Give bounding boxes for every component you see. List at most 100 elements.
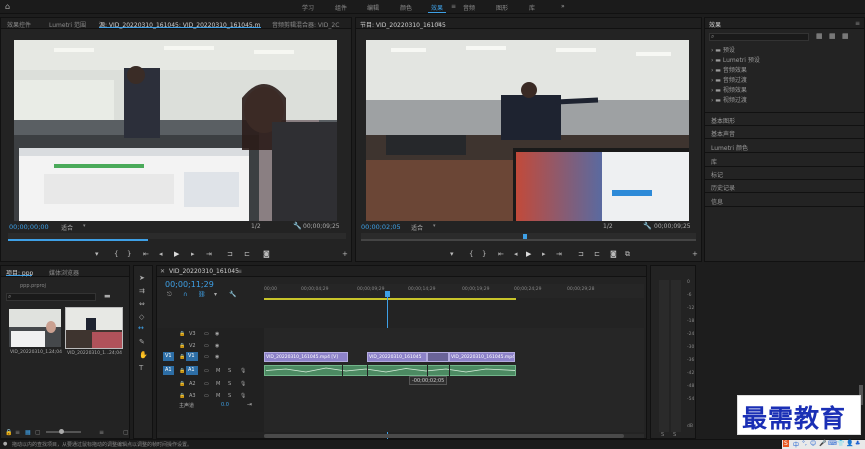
program-go-in-icon[interactable]: ⇤ [498, 250, 504, 258]
panel-essential-sound[interactable]: 基本声音 [711, 129, 735, 138]
program-settings-wrench-icon[interactable]: 🔧 [643, 222, 652, 230]
clip-edit-point[interactable] [427, 365, 428, 376]
hand-tool-icon[interactable]: ✋ [139, 351, 148, 359]
program-lift-icon[interactable]: ⊐ [578, 250, 584, 258]
lock-icon[interactable]: 🔒 [5, 429, 12, 436]
workspace-graphics[interactable]: 图形 [496, 3, 508, 12]
workspace-libraries[interactable]: 库 [529, 3, 535, 12]
effects-folder-video-transitions[interactable]: › ▬ 视频过渡 [711, 95, 747, 104]
program-step-forward-icon[interactable]: ▸ [542, 250, 546, 258]
workspace-assembly[interactable]: 组件 [335, 3, 347, 12]
source-insert-icon[interactable]: ⊐ [227, 250, 233, 258]
source-play-icon[interactable]: ▶ [174, 250, 179, 258]
workspace-learn[interactable]: 学习 [302, 3, 314, 12]
microphone-icon[interactable]: 🎤 [819, 440, 826, 447]
effects-folder-lumetri-presets[interactable]: › ▬ Lumetri 预设 [711, 55, 760, 64]
meter-solo-left[interactable]: S [661, 432, 664, 438]
track-sync-icon[interactable]: ▭ [204, 393, 209, 399]
panel-essential-graphics[interactable]: 基本图形 [711, 116, 735, 125]
new-bin-icon[interactable]: ▬ [104, 292, 111, 300]
freeform-view-icon[interactable]: ▢ [35, 429, 41, 436]
track-target-v1[interactable]: V1 [186, 352, 198, 361]
tab-media-browser[interactable]: 媒体浏览器 [49, 268, 79, 277]
clip-edit-point[interactable] [367, 365, 368, 376]
program-timecode-left[interactable]: 00;00;02;05 [361, 223, 401, 231]
track-lock-icon[interactable]: 🔒 [179, 354, 185, 360]
track-mute-button[interactable]: M [216, 393, 220, 399]
program-go-out-icon[interactable]: ⇥ [556, 250, 562, 258]
master-volume-value[interactable]: 0.0 [221, 402, 229, 408]
work-area-bar[interactable] [264, 298, 516, 300]
program-compare-icon[interactable]: ⧉ [625, 250, 630, 259]
program-marker-icon[interactable]: ▾ [450, 250, 454, 258]
source-resolution-select[interactable]: 1/2 [251, 223, 261, 230]
track-sync-icon[interactable]: ▭ [204, 354, 209, 360]
tab-effect-controls[interactable]: 效果控件 [7, 20, 31, 29]
emoji-icon[interactable]: 😊 [810, 440, 816, 447]
accelerated-effects-icon[interactable]: ▦ [816, 32, 823, 40]
overflow-chevron-icon[interactable]: » [561, 3, 565, 10]
punctuation-icon[interactable]: °, [802, 440, 807, 447]
effects-folder-audio-effects[interactable]: › ▬ 音频效果 [711, 65, 747, 74]
timeline-timecode[interactable]: 00;00;11;29 [165, 280, 214, 289]
track-select-tool-icon[interactable]: ⇉ [139, 287, 145, 295]
workspace-color[interactable]: 颜色 [400, 3, 412, 12]
project-item-thumbnail[interactable] [9, 309, 61, 347]
project-search-input[interactable]: ⌕ [6, 293, 96, 301]
source-marker-icon[interactable]: ▾ [95, 250, 99, 258]
panel-libraries[interactable]: 库 [711, 157, 717, 166]
program-fit-select[interactable]: 适合 [411, 223, 423, 232]
effects-folder-video-effects[interactable]: › ▬ 视频效果 [711, 85, 747, 94]
tab-sequence[interactable]: VID_20220310_161045 [169, 268, 239, 275]
effects-folder-audio-transitions[interactable]: › ▬ 音频过渡 [711, 75, 747, 84]
workspace-audio[interactable]: 音频 [463, 3, 475, 12]
clip-edit-point[interactable] [449, 365, 450, 376]
source-patch-a1[interactable]: A1 [163, 366, 174, 375]
type-tool-icon[interactable]: T [139, 364, 143, 372]
track-eye-icon[interactable]: ◉ [215, 331, 219, 337]
panel-info[interactable]: 信息 [711, 197, 723, 206]
video-clip-v1-d[interactable]: VID_20220310_161045.mp4 [449, 352, 515, 362]
panel-history[interactable]: 历史记录 [711, 183, 735, 192]
track-lock-icon[interactable]: 🔒 [179, 381, 185, 387]
track-mute-button[interactable]: M [216, 368, 220, 374]
timeline-scroll-thumb[interactable] [264, 434, 624, 438]
track-solo-button[interactable]: S [228, 381, 231, 387]
effects-panel-menu-icon[interactable]: ≡ [855, 20, 860, 27]
32bit-effects-icon[interactable]: ▦ [829, 32, 836, 40]
source-export-frame-icon[interactable]: ◙ [263, 250, 270, 258]
program-fit-chevron-icon[interactable]: ▾ [433, 223, 436, 229]
source-overwrite-icon[interactable]: ⊏ [244, 250, 250, 258]
panel-markers[interactable]: 标记 [711, 170, 723, 179]
track-lock-icon[interactable]: 🔒 [179, 343, 185, 349]
tab-audio-clip-mixer[interactable]: 音频剪辑混合器: VID_2C [272, 20, 350, 29]
sort-icon[interactable]: ≡ [99, 429, 104, 436]
source-fit-select[interactable]: 适合 [61, 223, 73, 232]
razor-tool-icon[interactable]: ◇ [139, 313, 144, 321]
master-go-end-icon[interactable]: ⇥ [247, 401, 252, 408]
source-go-out-icon[interactable]: ⇥ [206, 250, 212, 258]
track-mic-icon[interactable]: 🎙 [240, 381, 246, 387]
home-icon[interactable]: ⌂ [5, 2, 10, 11]
meter-solo-right[interactable]: S [673, 432, 676, 438]
source-timecode-left[interactable]: 00;00;00;00 [9, 223, 49, 231]
effects-panel-title[interactable]: 效果 [709, 20, 721, 29]
source-go-in-icon[interactable]: ⇤ [143, 250, 149, 258]
audio-clip-a1[interactable] [264, 365, 516, 376]
track-mic-icon[interactable]: 🎙 [240, 393, 246, 399]
track-sync-icon[interactable]: ▭ [204, 368, 209, 374]
close-sequence-icon[interactable]: ✕ [160, 268, 165, 275]
icon-view-icon[interactable]: ▦ [25, 429, 31, 436]
track-target-a1[interactable]: A1 [186, 366, 198, 375]
yuv-effects-icon[interactable]: ▦ [842, 32, 849, 40]
track-eye-icon[interactable]: ◉ [215, 343, 219, 349]
source-mark-out-icon[interactable]: } [127, 250, 131, 258]
track-mic-icon[interactable]: 🎙 [240, 368, 246, 374]
track-lock-icon[interactable]: 🔒 [179, 368, 185, 374]
effects-folder-presets[interactable]: › ▬ 预设 [711, 45, 735, 54]
track-eye-icon[interactable]: ◉ [215, 354, 219, 360]
list-view-icon[interactable]: ≡ [15, 429, 20, 436]
source-add-button-icon[interactable]: + [342, 250, 348, 258]
source-step-back-icon[interactable]: ◂ [159, 250, 163, 258]
track-lock-icon[interactable]: 🔒 [179, 331, 185, 337]
